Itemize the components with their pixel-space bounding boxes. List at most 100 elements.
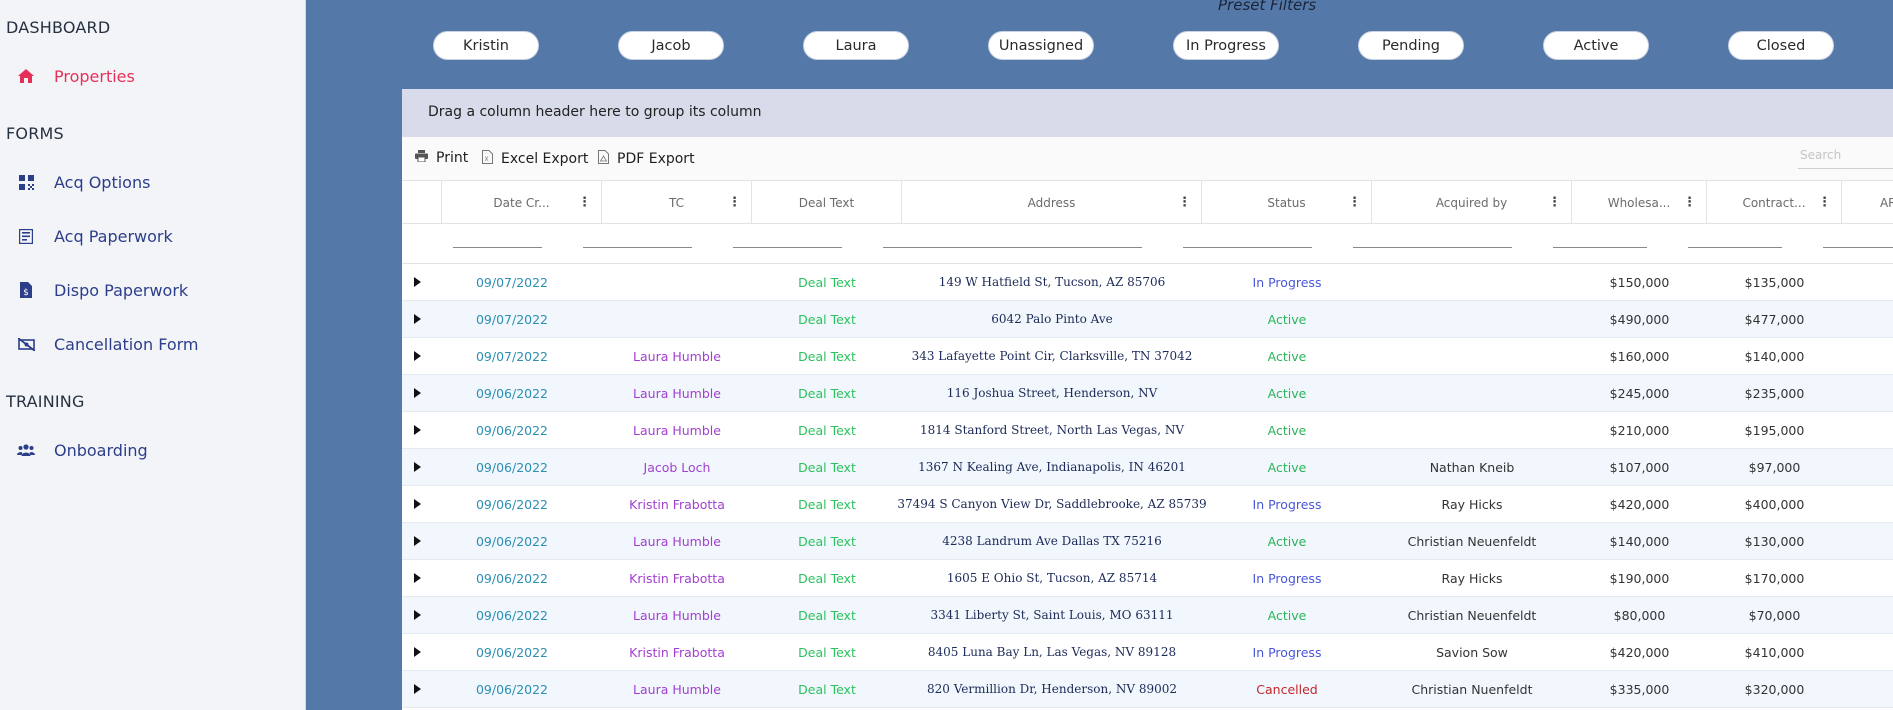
arv-filter-input[interactable]	[1823, 247, 1893, 248]
filter-pill-kristin[interactable]: Kristin	[433, 31, 539, 60]
wholesale-cell: $335,000	[1609, 681, 1670, 697]
address-filter-input[interactable]	[883, 247, 1142, 248]
arv-cell: $775,000	[1842, 301, 1893, 337]
arv-cell: $235,000	[1842, 338, 1893, 374]
deal-text-link[interactable]: Deal Text	[752, 523, 902, 559]
column-header-wholesale[interactable]: Wholesa... ⋮	[1572, 181, 1707, 224]
deal-text-link[interactable]: Deal Text	[752, 671, 902, 707]
arv-cell: $440,000	[1842, 671, 1893, 707]
expand-row-icon[interactable]	[414, 536, 421, 546]
column-header-date-created[interactable]: Date Cr... ⋮	[442, 181, 602, 224]
date-filter-input[interactable]	[453, 247, 542, 248]
expand-row-icon[interactable]	[414, 351, 421, 361]
expand-row-icon[interactable]	[414, 610, 421, 620]
qr-grid-icon	[17, 173, 35, 191]
expand-row-icon[interactable]	[414, 684, 421, 694]
print-button[interactable]: Print	[415, 150, 468, 166]
filter-pill-active[interactable]: Active	[1543, 31, 1649, 60]
expand-row-icon[interactable]	[414, 314, 421, 324]
address-cell: 116 Joshua Street, Henderson, NV	[946, 386, 1158, 400]
table-row[interactable]: 09/07/2022 Laura Humble Deal Text 343 La…	[402, 338, 1893, 375]
status-cell: In Progress	[1252, 644, 1322, 660]
deal-text-link[interactable]: Deal Text	[752, 338, 902, 374]
filter-pill-jacob[interactable]: Jacob	[618, 31, 724, 60]
table-row[interactable]: 09/07/2022 Deal Text 6042 Palo Pinto Ave…	[402, 301, 1893, 338]
expand-row-icon[interactable]	[414, 425, 421, 435]
table-row[interactable]: 09/06/2022 Laura Humble Deal Text 3341 L…	[402, 597, 1893, 634]
deal-text-link[interactable]: Deal Text	[752, 375, 902, 411]
expand-row-icon[interactable]	[414, 499, 421, 509]
column-header-address[interactable]: Address ⋮	[902, 181, 1202, 224]
group-panel[interactable]: Drag a column header here to group its c…	[402, 89, 1893, 137]
column-header-label: Contract...	[1742, 195, 1806, 210]
column-header-status[interactable]: Status ⋮	[1202, 181, 1372, 224]
deal-text-link[interactable]: Deal Text	[752, 449, 902, 485]
table-row[interactable]: 09/06/2022 Kristin Frabotta Deal Text 16…	[402, 560, 1893, 597]
deal-text-link[interactable]: Deal Text	[752, 597, 902, 633]
table-row[interactable]: 09/06/2022 Kristin Frabotta Deal Text 37…	[402, 486, 1893, 523]
expand-row-icon[interactable]	[414, 388, 421, 398]
sidebar-item-acq-options[interactable]: Acq Options	[0, 164, 306, 200]
filter-pill-closed[interactable]: Closed	[1728, 31, 1834, 60]
acquired-by-filter-input[interactable]	[1353, 247, 1512, 248]
column-menu-icon[interactable]: ⋮	[1548, 195, 1561, 210]
tc-cell: Laura Humble	[633, 422, 721, 438]
column-header-tc[interactable]: TC ⋮	[602, 181, 752, 224]
filter-pill-pending[interactable]: Pending	[1358, 31, 1464, 60]
filter-pill-in-progress[interactable]: In Progress	[1173, 31, 1279, 60]
wholesale-cell: $190,000	[1609, 570, 1670, 586]
column-menu-icon[interactable]: ⋮	[578, 195, 591, 210]
filter-pill-unassigned[interactable]: Unassigned	[988, 31, 1094, 60]
table-row[interactable]: 09/06/2022 Laura Humble Deal Text 1814 S…	[402, 412, 1893, 449]
sidebar-item-properties[interactable]: Properties	[0, 58, 306, 94]
column-menu-icon[interactable]: ⋮	[1178, 195, 1191, 210]
address-cell: 820 Vermillion Dr, Henderson, NV 89002	[927, 682, 1177, 696]
excel-export-button[interactable]: X Excel Export	[482, 150, 588, 168]
table-row[interactable]: 09/06/2022 Laura Humble Deal Text 4238 L…	[402, 523, 1893, 560]
expand-row-icon[interactable]	[414, 462, 421, 472]
status-filter-input[interactable]	[1183, 247, 1312, 248]
deal-text-link[interactable]: Deal Text	[752, 560, 902, 596]
sidebar-item-dispo-paperwork[interactable]: $ Dispo Paperwork	[0, 272, 306, 308]
column-menu-icon[interactable]: ⋮	[1683, 195, 1696, 210]
sidebar-item-onboarding[interactable]: Onboarding	[0, 432, 306, 468]
table-row[interactable]: 09/06/2022 Laura Humble Deal Text 820 Ve…	[402, 671, 1893, 708]
filter-pill-laura[interactable]: Laura	[803, 31, 909, 60]
tc-filter-input[interactable]	[583, 247, 692, 248]
search-input[interactable]: Search	[1798, 145, 1893, 169]
deal-text-link[interactable]: Deal Text	[752, 634, 902, 670]
table-row[interactable]: 09/06/2022 Laura Humble Deal Text 116 Jo…	[402, 375, 1893, 412]
expand-row-icon[interactable]	[414, 573, 421, 583]
table-row[interactable]: 09/06/2022 Kristin Frabotta Deal Text 84…	[402, 634, 1893, 671]
status-cell: Active	[1267, 311, 1307, 327]
deal-text-link[interactable]: Deal Text	[752, 264, 902, 300]
contract-cell: $140,000	[1744, 348, 1805, 364]
sidebar-item-acq-paperwork[interactable]: Acq Paperwork	[0, 218, 306, 254]
deal-text-link[interactable]: Deal Text	[752, 486, 902, 522]
expand-row-icon[interactable]	[414, 647, 421, 657]
column-header-label: Address	[1027, 195, 1076, 210]
deal-text-link[interactable]: Deal Text	[752, 301, 902, 337]
print-label: Print	[436, 150, 469, 166]
expand-row-icon[interactable]	[414, 277, 421, 287]
column-menu-icon[interactable]: ⋮	[1818, 195, 1831, 210]
wholesale-filter-input[interactable]	[1553, 247, 1647, 248]
column-header-contract[interactable]: Contract... ⋮	[1707, 181, 1842, 224]
sidebar-item-cancellation-form[interactable]: Cancellation Form	[0, 326, 306, 362]
table-row[interactable]: 09/06/2022 Jacob Loch Deal Text 1367 N K…	[402, 449, 1893, 486]
pdf-export-button[interactable]: PDF Export	[598, 150, 695, 168]
contract-filter-input[interactable]	[1688, 247, 1782, 248]
deal-text-link[interactable]: Deal Text	[752, 412, 902, 448]
column-header-deal-text[interactable]: Deal Text	[752, 181, 902, 224]
date-cell: 09/07/2022	[475, 348, 549, 364]
dollar-file-icon: $	[17, 281, 35, 299]
column-header-acquired-by[interactable]: Acquired by ⋮	[1372, 181, 1572, 224]
acquired-by-cell: Christian Neuenfeldt	[1407, 533, 1537, 549]
table-row[interactable]: 09/07/2022 Deal Text 149 W Hatfield St, …	[402, 264, 1893, 301]
column-menu-icon[interactable]: ⋮	[728, 195, 741, 210]
deal-text-filter-input[interactable]	[733, 247, 842, 248]
tc-cell: Laura Humble	[633, 348, 721, 364]
column-header-arv[interactable]: ARV	[1842, 181, 1893, 224]
acquired-by-cell: Ray Hicks	[1441, 496, 1503, 512]
column-menu-icon[interactable]: ⋮	[1348, 195, 1361, 210]
